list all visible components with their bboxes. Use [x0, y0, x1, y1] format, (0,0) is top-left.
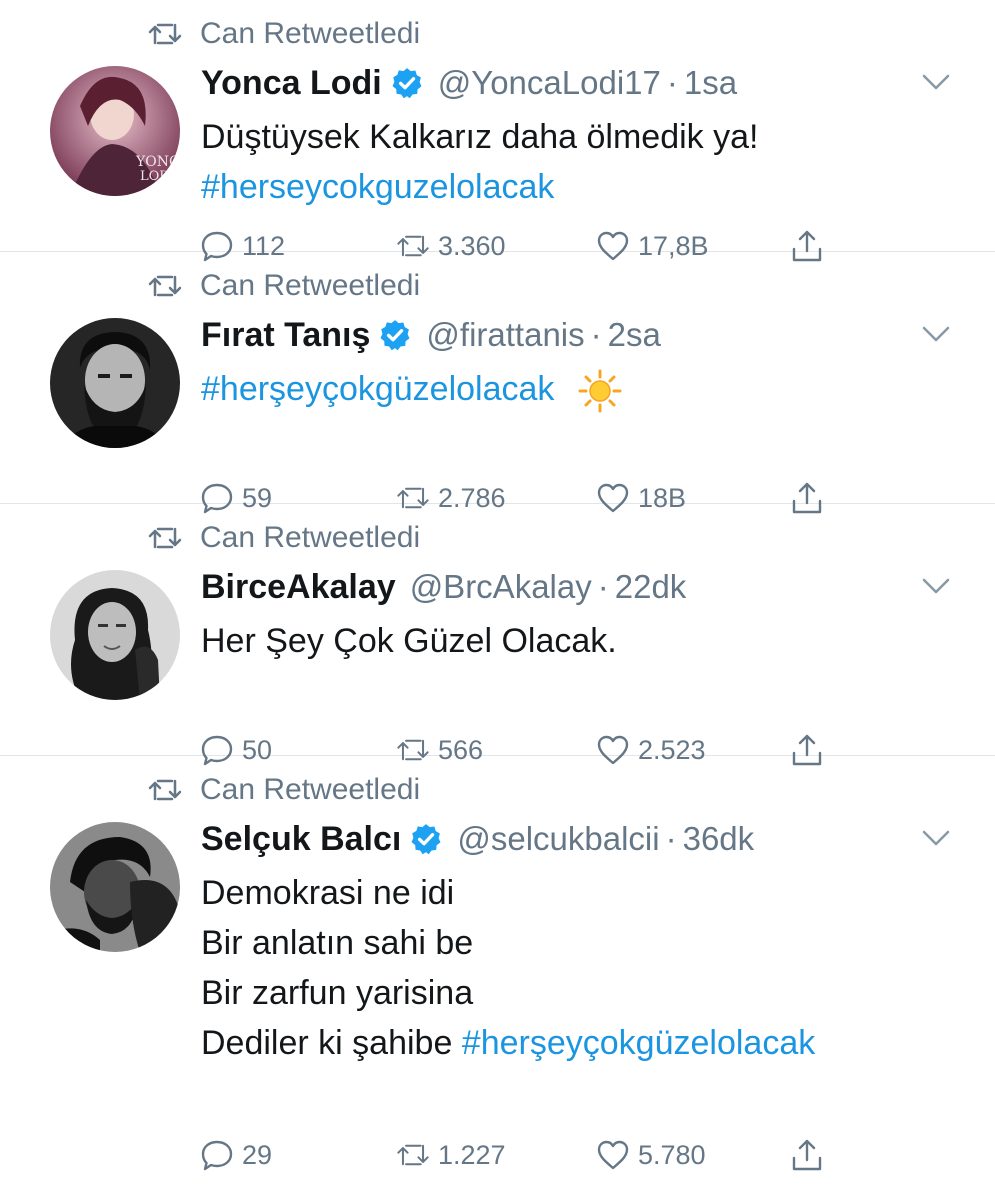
retweet-context: Can Retweetledi — [148, 14, 420, 54]
share-button[interactable] — [790, 1135, 824, 1175]
like-icon — [597, 1140, 629, 1170]
hashtag-link[interactable]: #herseycokguzelolacak — [201, 168, 554, 206]
tweet-time[interactable]: 2sa — [608, 316, 661, 354]
chevron-down-icon[interactable] — [921, 828, 951, 848]
tweet-time[interactable]: 36dk — [683, 820, 755, 858]
retweeted-by-label[interactable]: Can Retweetledi — [200, 521, 420, 555]
tweet-text-line: Her Şey Çok Güzel Olacak. — [201, 616, 617, 666]
tweet-header: Selçuk Balcı @selcukbalcii · 36dk — [201, 816, 754, 862]
retweet-context: Can Retweetledi — [148, 770, 420, 810]
text-segment: Dediler ki şahibe — [201, 1024, 462, 1062]
text-segment: Bir anlatın sahi be — [201, 924, 474, 962]
like-button[interactable]: 5.780 — [596, 1135, 706, 1175]
like-count: 5.780 — [638, 1139, 706, 1170]
tweet-text-line: Düştüysek Kalkarız daha ölmedik ya! — [201, 112, 758, 162]
text-segment: Düştüysek Kalkarız daha ölmedik ya! — [201, 118, 759, 156]
verified-icon — [411, 824, 441, 855]
separator-dot: · — [665, 820, 677, 857]
text-segment: Demokrasi ne idi — [201, 874, 455, 912]
hashtag-link[interactable]: #herşeyçokgüzelolacak — [201, 370, 554, 408]
retweet-button[interactable]: 1.227 — [396, 1135, 506, 1175]
avatar[interactable] — [50, 822, 180, 952]
reply-button[interactable]: 29 — [200, 1135, 272, 1175]
author-name[interactable]: Yonca Lodi — [201, 64, 382, 103]
tweet-text-line: Bir anlatın sahi be — [201, 918, 815, 968]
tweet-text: #herşeyçokgüzelolacak — [201, 364, 622, 414]
tweet[interactable]: Can Retweetledi Fırat Tanış @firattanis … — [0, 252, 995, 514]
author-name[interactable]: BirceAkalay — [201, 568, 396, 607]
author-name[interactable]: Selçuk Balcı — [201, 820, 401, 859]
separator-dot: · — [590, 316, 602, 353]
retweet-context: Can Retweetledi — [148, 518, 420, 558]
retweet-count: 1.227 — [438, 1139, 506, 1170]
retweet-icon — [148, 527, 182, 549]
avatar[interactable]: YONCALODİ — [50, 66, 180, 196]
tweet-header: Fırat Tanış @firattanis · 2sa — [201, 312, 661, 358]
tweet-time[interactable]: 22dk — [615, 568, 687, 606]
hashtag-link[interactable]: #herşeyçokgüzelolacak — [462, 1024, 815, 1062]
tweet-actions: 29 1.227 5.780 — [200, 1135, 840, 1175]
retweeted-by-label[interactable]: Can Retweetledi — [200, 17, 420, 51]
timeline: Can Retweetledi YONCALODİ Yonca Lodi @Yo… — [0, 0, 995, 1199]
chevron-down-icon[interactable] — [921, 72, 951, 92]
svg-text:LODİ: LODİ — [140, 167, 175, 184]
tweet-text-line: #herseycokguzelolacak — [201, 162, 758, 212]
tweet-text: Her Şey Çok Güzel Olacak. — [201, 616, 617, 666]
separator-dot: · — [597, 568, 609, 605]
retweet-icon — [148, 275, 182, 297]
retweet-context: Can Retweetledi — [148, 266, 420, 306]
text-segment: Bir zarfun yarisina — [201, 974, 474, 1012]
chevron-down-icon[interactable] — [921, 324, 951, 344]
tweet-header: Yonca Lodi @YoncaLodi17 · 1sa — [201, 60, 737, 106]
retweet-icon — [397, 1144, 429, 1166]
chevron-down-icon[interactable] — [921, 576, 951, 596]
tweet-header: BirceAkalay @BrcAkalay · 22dk — [201, 564, 686, 610]
text-segment: Her Şey Çok Güzel Olacak. — [201, 622, 617, 660]
retweeted-by-label[interactable]: Can Retweetledi — [200, 773, 420, 807]
reply-icon — [201, 1140, 233, 1171]
verified-icon — [380, 320, 410, 351]
author-handle[interactable]: @BrcAkalay — [410, 568, 592, 606]
retweet-icon — [148, 23, 182, 45]
tweet-text-line: Bir zarfun yarisina — [201, 968, 815, 1018]
retweet-icon — [148, 779, 182, 801]
reply-count: 29 — [242, 1139, 273, 1170]
tweet-text-line: Dediler ki şahibe #herşeyçokgüzelolacak — [201, 1018, 815, 1068]
author-handle[interactable]: @firattanis — [426, 316, 584, 354]
tweet-text: Demokrasi ne idi Bir anlatın sahi be Bir… — [201, 868, 815, 1068]
tweet-time[interactable]: 1sa — [684, 64, 737, 102]
tweet-text-line: #herşeyçokgüzelolacak — [201, 364, 622, 414]
verified-icon — [392, 68, 422, 99]
tweet[interactable]: Can Retweetledi BirceAkalay @BrcAkalay ·… — [0, 504, 995, 766]
retweeted-by-label[interactable]: Can Retweetledi — [200, 269, 420, 303]
author-name[interactable]: Fırat Tanış — [201, 316, 370, 355]
tweet[interactable]: Can Retweetledi YONCALODİ Yonca Lodi @Yo… — [0, 0, 995, 262]
author-handle[interactable]: @selcukbalcii — [457, 820, 659, 858]
avatar[interactable] — [50, 318, 180, 448]
sun-emoji — [578, 369, 622, 413]
tweet-text-line: Demokrasi ne idi — [201, 868, 815, 918]
tweet-text: Düştüysek Kalkarız daha ölmedik ya! #her… — [201, 112, 758, 212]
author-handle[interactable]: @YoncaLodi17 — [438, 64, 661, 102]
avatar[interactable] — [50, 570, 180, 700]
separator-dot: · — [666, 64, 678, 101]
tweet[interactable]: Can Retweetledi Selçuk Balcı @selcukbalc… — [0, 756, 995, 1199]
svg-text:YONCA: YONCA — [135, 154, 180, 170]
share-icon — [792, 1139, 822, 1171]
